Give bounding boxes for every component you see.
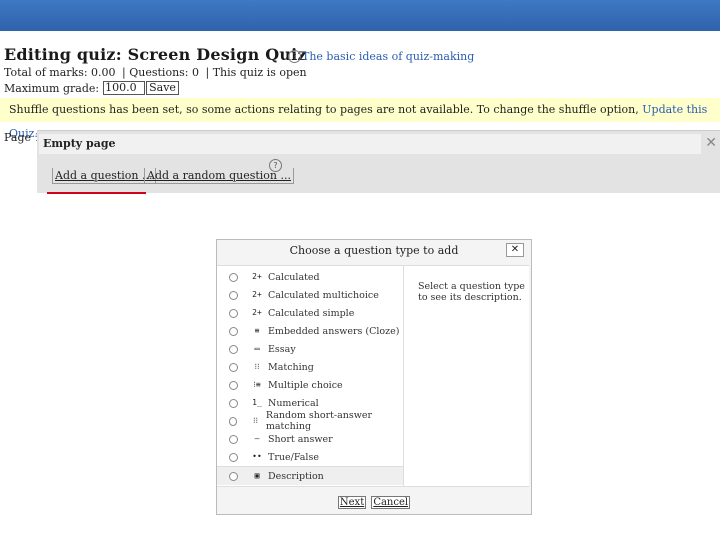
question-type-label: Calculated simple [268, 307, 355, 319]
max-grade-input[interactable]: 100.0 [103, 81, 146, 95]
question-type-dialog: Choose a question type to add ✕ 2+ Calcu… [216, 239, 532, 515]
page-label: Page 1 [4, 131, 42, 144]
essay-icon: ▭ [254, 344, 260, 353]
radio-button[interactable] [229, 326, 238, 336]
question-count: | Questions: 0 [122, 66, 199, 79]
close-icon[interactable]: ✕ [705, 135, 717, 151]
multichoice-icon: ⁝≡ [253, 380, 261, 389]
type-description-text: Select a question type to see its descri… [418, 281, 525, 303]
random-matching-icon: ⁝⁝ [253, 416, 259, 425]
question-type-label: Essay [268, 343, 296, 355]
list-item[interactable]: ▭ Essay [217, 340, 403, 358]
list-item[interactable]: 2+ Calculated simple [217, 304, 403, 322]
list-item[interactable]: 2+ Calculated [217, 268, 403, 286]
page-box: Empty page ✕ Add a question ... Add a ra… [37, 130, 720, 193]
empty-page-header: Empty page [39, 134, 701, 154]
max-grade-row: Maximum grade: 100.0 Save [4, 81, 179, 95]
add-question-button[interactable]: Add a question ... [52, 168, 156, 184]
radio-button[interactable] [229, 434, 238, 444]
dialog-body: 2+ Calculated 2+ Calculated multichoice … [217, 265, 529, 487]
dialog-title: Choose a question type to add [289, 244, 459, 257]
quiz-meta: Total of marks: 0.00 | Questions: 0 | Th… [4, 66, 310, 79]
title-row: Editing quiz: Screen Design Quiz [4, 45, 307, 67]
question-type-label: Short answer [268, 433, 333, 445]
total-marks: Total of marks: 0.00 [4, 66, 116, 79]
question-type-label: Numerical [268, 397, 319, 409]
radio-button[interactable] [229, 272, 238, 282]
list-item[interactable]: 2+ Calculated multichoice [217, 286, 403, 304]
list-item[interactable]: ⁝⁝ Matching [217, 358, 403, 376]
list-item[interactable]: •• True/False [217, 448, 403, 466]
radio-button[interactable] [229, 362, 238, 372]
question-type-label: Embedded answers (Cloze) [268, 325, 400, 337]
calculated-multichoice-icon: 2+ [252, 290, 262, 299]
notice-text: Shuffle questions has been set, so some … [9, 103, 639, 116]
save-button[interactable]: Save [146, 81, 179, 95]
question-type-label: Calculated multichoice [268, 289, 379, 301]
radio-button[interactable] [229, 344, 238, 354]
question-type-list: 2+ Calculated 2+ Calculated multichoice … [217, 266, 404, 486]
page-title: Editing quiz: Screen Design Quiz [4, 45, 307, 64]
radio-button[interactable] [229, 380, 238, 390]
question-type-label: Random short-answer matching [265, 410, 373, 432]
radio-button[interactable] [229, 416, 238, 426]
numerical-icon: 1̲ [252, 398, 262, 407]
next-button[interactable]: Next [337, 496, 367, 509]
top-banner [0, 0, 720, 31]
radio-button[interactable] [229, 452, 238, 462]
highlight-underline [47, 192, 146, 194]
question-type-label: True/False [268, 451, 319, 463]
dialog-footer: Next Cancel [217, 490, 531, 509]
short-answer-icon: — [254, 434, 260, 443]
radio-button[interactable] [229, 471, 238, 481]
question-type-label: Description [268, 470, 324, 482]
true-false-icon: •• [252, 452, 262, 461]
list-item[interactable]: ≡ Embedded answers (Cloze) [217, 322, 403, 340]
cancel-button[interactable]: Cancel [371, 496, 411, 509]
close-icon[interactable]: ✕ [506, 243, 524, 257]
list-item[interactable]: ▣ Description [217, 466, 403, 485]
help-link-text[interactable]: The basic ideas of quiz-making [302, 50, 474, 63]
help-link[interactable]: ? The basic ideas of quiz-making [288, 50, 474, 63]
matching-icon: ⁝⁝ [254, 362, 260, 371]
help-icon: ? [288, 50, 301, 63]
cloze-icon: ≡ [254, 326, 260, 335]
calculated-icon: 2+ [252, 272, 262, 281]
description-icon: ▣ [254, 471, 260, 480]
radio-button[interactable] [229, 398, 238, 408]
question-type-label: Matching [268, 361, 314, 373]
help-icon[interactable]: ? [269, 159, 282, 172]
shuffle-notice: Shuffle questions has been set, so some … [0, 98, 720, 140]
max-grade-label: Maximum grade: [4, 81, 100, 95]
question-type-label: Calculated [268, 271, 320, 283]
radio-button[interactable] [229, 290, 238, 300]
list-item[interactable]: ⁝≡ Multiple choice [217, 376, 403, 394]
radio-button[interactable] [229, 308, 238, 318]
list-item[interactable]: ⁝⁝ Random short-answer matching [217, 410, 403, 432]
quiz-status: | This quiz is open [205, 66, 307, 79]
list-item[interactable]: — Short answer [217, 430, 403, 448]
question-type-label: Multiple choice [268, 379, 343, 391]
calculated-simple-icon: 2+ [252, 308, 262, 317]
